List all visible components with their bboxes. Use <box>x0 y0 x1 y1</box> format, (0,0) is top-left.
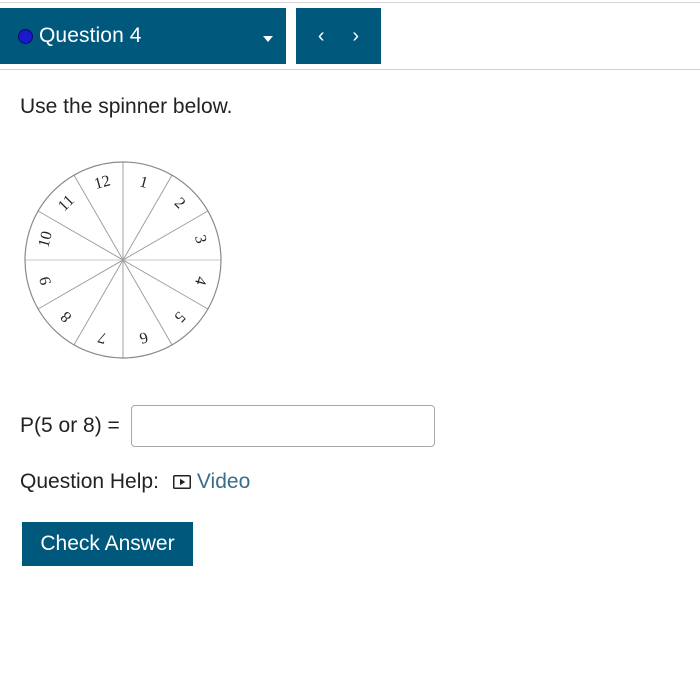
spinner-image: 123456789101112 <box>24 161 222 359</box>
question-number-label: Question 4 <box>39 24 142 47</box>
spinner-number: 2 <box>171 195 189 213</box>
question-status-icon <box>18 28 33 44</box>
question-help: Question Help: Video <box>20 470 250 494</box>
answer-label: P(5 or 8) = <box>20 414 120 437</box>
check-answer-button[interactable]: Check Answer <box>22 522 193 566</box>
question-page: Question 4 ‹ › Use the spinner below. 12… <box>0 0 700 675</box>
previous-question-button[interactable]: ‹ <box>307 16 335 56</box>
chevron-right-icon: › <box>352 24 360 47</box>
spinner-sector-lines <box>25 162 221 358</box>
spinner-number: 3 <box>191 233 209 245</box>
spinner-number: 4 <box>191 275 209 287</box>
spinner-number: 7 <box>96 328 108 346</box>
caret-down-icon <box>263 36 273 42</box>
question-navigation: ‹ › <box>296 8 381 64</box>
spinner-number: 10 <box>35 229 56 249</box>
question-prompt: Use the spinner below. <box>20 95 233 118</box>
question-help-label: Question Help: <box>20 470 159 493</box>
answer-input[interactable] <box>131 405 435 447</box>
play-video-icon <box>172 475 191 489</box>
chevron-left-icon: ‹ <box>317 24 325 47</box>
spinner-number: 11 <box>55 192 78 215</box>
video-help-label: Video <box>196 470 251 493</box>
spinner-number: 6 <box>138 328 150 346</box>
question-selector[interactable]: Question 4 <box>0 8 286 64</box>
spinner-number: 9 <box>36 275 54 287</box>
spinner-number: 8 <box>58 308 76 326</box>
video-help-link[interactable]: Video <box>172 470 251 494</box>
spinner-number: 12 <box>92 172 112 193</box>
answer-row: P(5 or 8) = <box>20 405 435 447</box>
next-question-button[interactable]: › <box>342 16 370 56</box>
top-divider <box>0 2 700 3</box>
header-divider <box>0 69 700 70</box>
spinner-number: 1 <box>138 173 150 191</box>
spinner-number: 5 <box>171 308 189 326</box>
